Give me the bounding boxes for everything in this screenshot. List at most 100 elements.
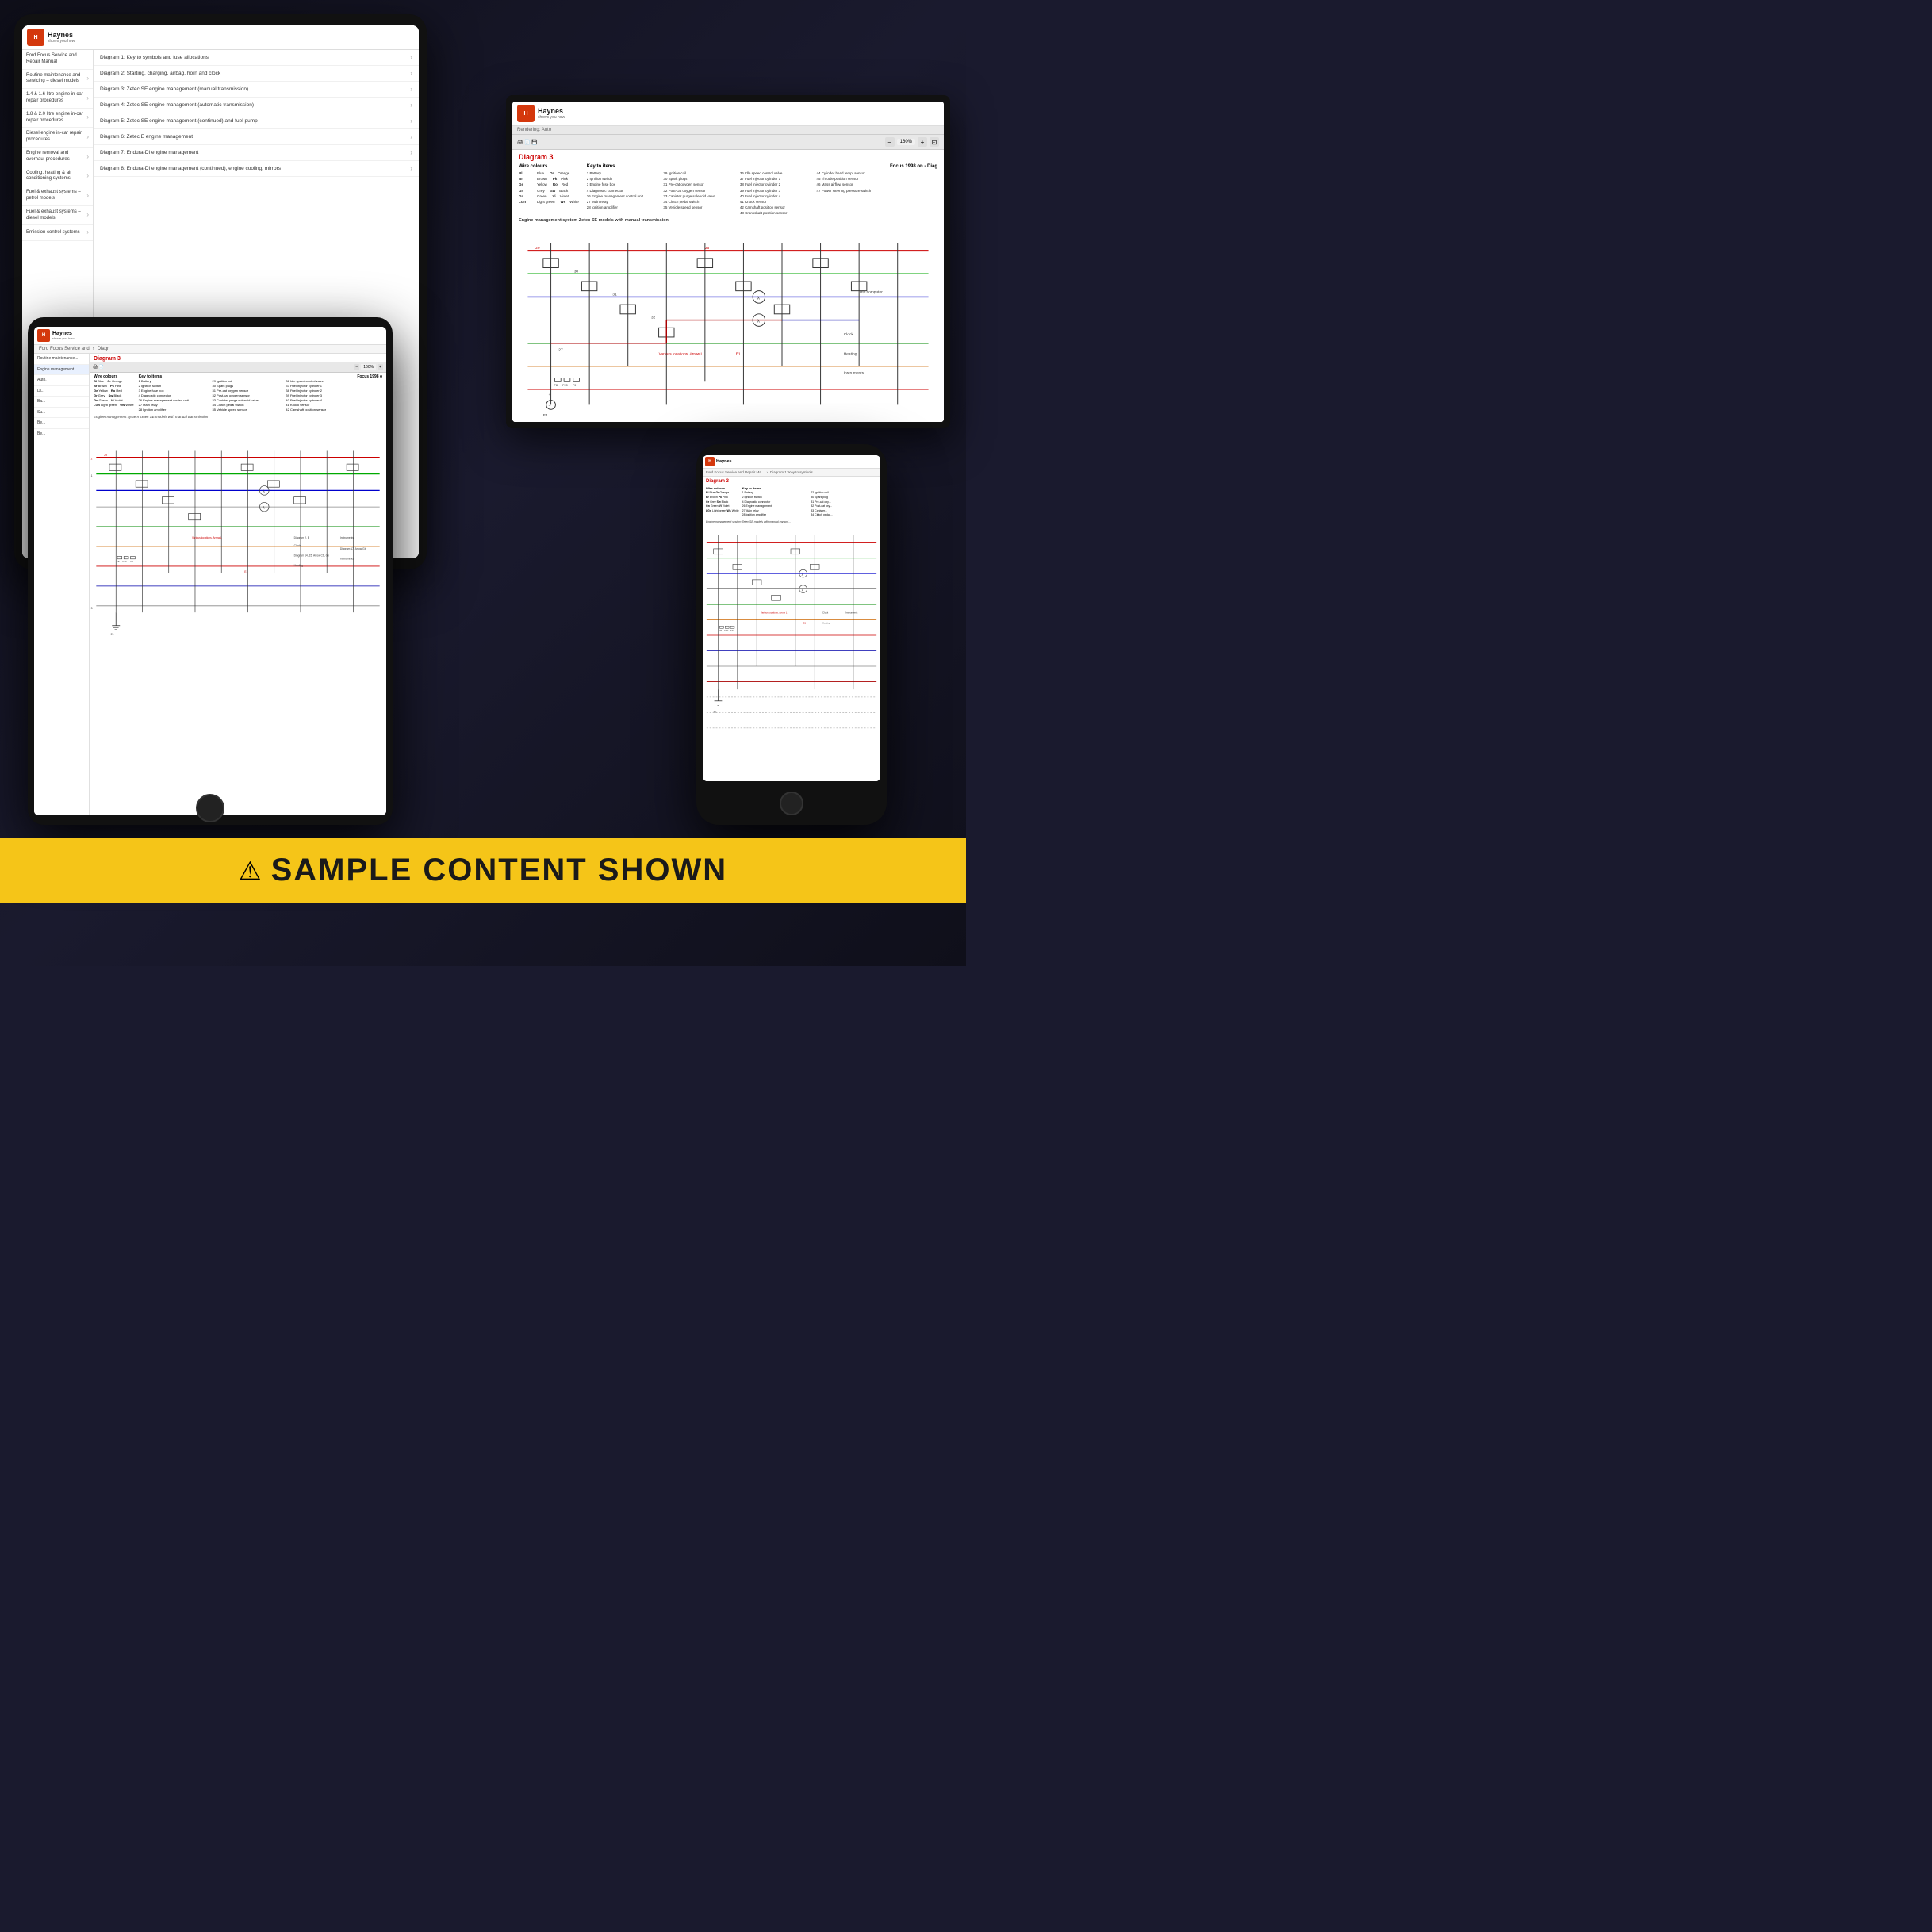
phone-device: H Haynes Ford Focus Service and Repair M…	[696, 444, 887, 825]
monitor-diagram-subtitle: Engine management system Zetec SE models…	[512, 218, 944, 224]
svg-text:Clock: Clock	[844, 332, 854, 337]
tablet-large-brand-name: Haynes	[48, 32, 75, 39]
sidebar-item-fuel-petrol[interactable]: Fuel & exhaust systems – petrol models ›	[22, 186, 93, 206]
tablet-medium-sidebar-item-6[interactable]: Be...	[34, 418, 89, 429]
phone-app: H Haynes Ford Focus Service and Repair M…	[703, 455, 880, 781]
monitor-haynes-app: H Haynes shows you how Rendering: Auto 🖨…	[512, 102, 944, 422]
diagram-item-7-label: Diagram 7: Endura-DI engine management	[100, 150, 198, 155]
phone-brand: Haynes	[716, 459, 732, 464]
tablet-medium-main: Diagram 3 🖨 📄 − 160% +	[90, 354, 386, 815]
phone-wire-colours: Wire colours Bl Blue Or Orange Br Brown …	[706, 486, 739, 518]
phone-home-button[interactable]	[780, 792, 803, 815]
svg-text:Diagram 17, Arrow Gb: Diagram 17, Arrow Gb	[340, 547, 366, 550]
sidebar-item-routine[interactable]: Routine maintenance and servicing – dies…	[22, 70, 93, 90]
svg-text:−: −	[549, 404, 551, 408]
sidebar-engine14-arrow: ›	[86, 94, 89, 102]
diagram-item-5[interactable]: Diagram 5: Zetec SE engine management (c…	[94, 113, 419, 129]
diagram-item-5-arrow: ›	[410, 117, 412, 125]
diagram-item-4[interactable]: Diagram 4: Zetec SE engine management (a…	[94, 98, 419, 113]
diagram-item-7-arrow: ›	[410, 149, 412, 156]
diagram-item-2[interactable]: Diagram 2: Starting, charging, airbag, h…	[94, 66, 419, 82]
sidebar-item-diesel[interactable]: Diesel engine in-car repair procedures ›	[22, 128, 93, 148]
sidebar-overhaul-label: Engine removal and overhaul procedures	[26, 151, 86, 163]
tablet-large-logo: H	[27, 29, 44, 46]
svg-text:3: 3	[91, 607, 93, 610]
svg-text:E1: E1	[714, 710, 717, 713]
diagram-item-3[interactable]: Diagram 3: Zetec SE engine management (m…	[94, 82, 419, 98]
sidebar-diesel-label: Diesel engine in-car repair procedures	[26, 131, 86, 144]
svg-text:Diagram 2, E: Diagram 2, E	[294, 536, 310, 539]
tablet-medium-brand-sub: shows you how	[52, 336, 74, 340]
diagram-item-8[interactable]: Diagram 8: Endura-DI engine management (…	[94, 161, 419, 177]
monitor-key-heading: Key to items	[587, 164, 890, 169]
svg-text:Clock: Clock	[294, 544, 301, 547]
tablet-large-header: H Haynes shows you how	[22, 25, 419, 50]
monitor-zoom-out[interactable]: −	[885, 137, 895, 147]
tablet-medium-header: H Haynes shows you how	[34, 327, 386, 345]
monitor-diagram-content: Diagram 3 Wire colours BlBlueOrOrange Br…	[512, 150, 944, 422]
monitor-focus-header: Focus 1998 on - Diag	[890, 164, 937, 169]
phone-logo: H	[705, 457, 715, 466]
sample-banner: ⚠ SAMPLE CONTENT SHOWN	[0, 838, 966, 903]
monitor-zoom-fit[interactable]: ⊡	[930, 137, 939, 147]
diagram-item-4-label: Diagram 4: Zetec SE engine management (a…	[100, 102, 254, 108]
sidebar-overhaul-arrow: ›	[86, 153, 89, 161]
phone-logo-h: H	[708, 459, 711, 464]
monitor-zoom-in[interactable]: +	[918, 137, 927, 147]
sidebar-book-title[interactable]: Ford Focus Service and Repair Manual	[22, 50, 93, 70]
tablet-medium-zoom-out[interactable]: −	[354, 364, 359, 370]
tablet-medium-body: Routine maintenance... Engine management…	[34, 354, 386, 815]
monitor-toolbar-icons: 🖨 📄 💾	[517, 140, 538, 145]
diagram-item-8-label: Diagram 8: Endura-DI engine management (…	[100, 166, 281, 171]
tablet-medium-home-button[interactable]	[196, 794, 224, 822]
sidebar-emission-label: Emission control systems	[26, 230, 86, 236]
monitor-rendering-bar: Rendering: Auto	[512, 126, 944, 135]
tablet-medium-sidebar-item-3[interactable]: Di...	[34, 386, 89, 397]
tablet-medium-sidebar: Routine maintenance... Engine management…	[34, 354, 90, 815]
tablet-medium-toolbar-icons: 🖨 📄	[93, 365, 104, 370]
sidebar-item-cooling[interactable]: Cooling, heating & air conditioning syst…	[22, 167, 93, 187]
diagram-item-4-arrow: ›	[410, 102, 412, 109]
diagram-item-6-label: Diagram 6: Zetec E engine management	[100, 134, 193, 140]
svg-text:Various locations, Arrow L: Various locations, Arrow L	[659, 351, 703, 356]
svg-text:+: +	[549, 393, 551, 397]
monitor-brand: Haynes shows you how	[538, 108, 565, 120]
sidebar-item-overhaul[interactable]: Engine removal and overhaul procedures ›	[22, 148, 93, 167]
svg-text:λ: λ	[757, 319, 760, 324]
sidebar-item-engine14[interactable]: 1.4 & 1.6 litre engine in-car repair pro…	[22, 89, 93, 109]
svg-text:Heating: Heating	[844, 351, 857, 356]
tablet-medium-sidebar-item-4[interactable]: Ba...	[34, 397, 89, 408]
monitor-zoom-control[interactable]: − 160% + ⊡	[885, 137, 939, 147]
svg-text:29: 29	[535, 246, 540, 251]
tablet-medium-content: Wire colours Bl Blue Or Orange Br Brown …	[90, 373, 386, 815]
tablet-medium-sidebar-item-7[interactable]: Be...	[34, 429, 89, 440]
tablet-medium-sidebar-item-1[interactable]: Routine maintenance...	[34, 354, 89, 365]
sidebar-item-emission[interactable]: Emission control systems ›	[22, 225, 93, 240]
tablet-medium-wiring-svg: λ λ F8 F20 F9 29	[90, 420, 386, 673]
svg-text:Diagram 14, 15, Arrow Cb, Gb: Diagram 14, 15, Arrow Cb, Gb	[294, 554, 330, 557]
sidebar-item-engine18[interactable]: 1.8 & 2.0 litre engine in-car repair pro…	[22, 109, 93, 128]
phone-key-items: Key to items 1 Battery2 Ignition switch …	[742, 486, 877, 518]
svg-text:26: 26	[705, 246, 710, 251]
tablet-medium-breadcrumb: Ford Focus Service and › Diagr	[34, 345, 386, 354]
sidebar-item-fuel-diesel[interactable]: Fuel & exhaust systems – diesel models ›	[22, 206, 93, 226]
sidebar-diesel-arrow: ›	[86, 133, 89, 141]
svg-text:Heating: Heating	[822, 621, 830, 624]
diagram-item-6[interactable]: Diagram 6: Zetec E engine management ›	[94, 129, 419, 145]
monitor-rendering-label: Rendering: Auto	[517, 128, 551, 132]
tablet-medium-sidebar-item-5[interactable]: Su...	[34, 408, 89, 419]
sidebar-emission-arrow: ›	[86, 228, 89, 236]
svg-text:Instruments: Instruments	[845, 611, 858, 615]
svg-text:1: 1	[91, 474, 93, 477]
svg-text:F9: F9	[131, 560, 134, 563]
tablet-medium-screen: H Haynes shows you how Ford Focus Servic…	[34, 327, 386, 815]
diagram-item-6-arrow: ›	[410, 133, 412, 140]
tablet-medium-sidebar-item-2[interactable]: Auto.	[34, 375, 89, 386]
tablet-medium-sidebar-item-active[interactable]: Engine management	[34, 365, 89, 376]
monitor-diagram-title: Diagram 3	[512, 150, 944, 163]
diagram-item-7[interactable]: Diagram 7: Endura-DI engine management ›	[94, 145, 419, 161]
svg-text:F20: F20	[562, 383, 568, 387]
diagram-item-1[interactable]: Diagram 1: Key to symbols and fuse alloc…	[94, 50, 419, 66]
sidebar-cooling-arrow: ›	[86, 172, 89, 180]
tablet-medium-zoom-in[interactable]: +	[378, 364, 383, 370]
